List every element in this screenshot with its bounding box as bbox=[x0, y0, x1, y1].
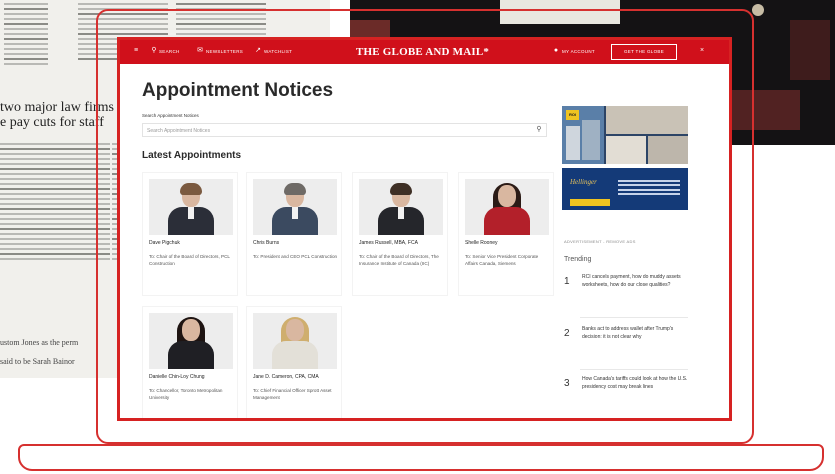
appointee-role: To: Chancellor, Toronto Metropolitan Uni… bbox=[149, 388, 223, 400]
portrait-photo bbox=[465, 179, 549, 235]
trending-item[interactable]: 1 RCI cancels payment, how do muddy asse… bbox=[564, 274, 690, 324]
advertisement-banner[interactable]: ROI bbox=[562, 106, 688, 164]
header-newsletters-link[interactable]: NEWSLETTERS bbox=[206, 48, 243, 55]
header-search-link[interactable]: SEARCH bbox=[159, 48, 180, 55]
trending-headline[interactable]: RCI cancels payment, how do muddy assets… bbox=[582, 274, 688, 289]
appointee-name: Jane D. Cameron, CPA, CMA bbox=[253, 374, 319, 380]
appointee-role: To: Chief Financial Officer Sprott Asset… bbox=[253, 388, 332, 400]
appointee-role: To: Chair of the Board of Directors, The… bbox=[359, 254, 439, 266]
site-header: ≡ ⚲ SEARCH ✉ NEWSLETTERS ↗ WATCHLIST THE… bbox=[120, 40, 729, 64]
search-icon[interactable]: ⚲ bbox=[535, 126, 543, 134]
appointee-name: James Russell, MBA, FCA bbox=[359, 240, 418, 246]
subscribe-button[interactable]: GET THE GLOBE bbox=[611, 44, 677, 60]
portrait-photo bbox=[253, 313, 337, 369]
appointment-search-input[interactable] bbox=[147, 126, 527, 135]
newsletter-icon[interactable]: ✉ bbox=[197, 47, 203, 54]
page-title: Appointment Notices bbox=[142, 80, 334, 101]
menu-icon[interactable]: ≡ bbox=[133, 47, 139, 54]
trending-rank: 3 bbox=[564, 378, 570, 389]
trending-headline[interactable]: Banks act to address wallet after Trump'… bbox=[582, 326, 688, 341]
trending-item[interactable]: 2 Banks act to address wallet after Trum… bbox=[564, 326, 690, 376]
appointee-role: To: Senior Vice President Corporate Affa… bbox=[465, 254, 539, 266]
trending-item[interactable]: 3 How Canada's tariffs could look at how… bbox=[564, 376, 690, 418]
appointee-name: Chris Burns bbox=[253, 240, 280, 246]
laptop-base-outline bbox=[18, 444, 824, 471]
laptop-screen: ≡ ⚲ SEARCH ✉ NEWSLETTERS ↗ WATCHLIST THE… bbox=[117, 37, 732, 421]
search-box[interactable]: ⚲ bbox=[142, 123, 547, 137]
appointment-card[interactable]: Danielle Chin-Loy Chung To: Chancellor, … bbox=[142, 306, 238, 418]
site-logo[interactable]: THE GLOBE AND MAIL* bbox=[356, 46, 489, 58]
section-title: Latest Appointments bbox=[142, 150, 242, 161]
header-account-link[interactable]: MY ACCOUNT bbox=[562, 48, 595, 55]
appointment-card[interactable]: Dave Pigchuk To: Chair of the Board of D… bbox=[142, 172, 238, 296]
portrait-photo bbox=[253, 179, 337, 235]
ad-brand: Hellinger bbox=[570, 178, 597, 186]
ad-cta-button[interactable] bbox=[570, 199, 610, 206]
trending-rank: 1 bbox=[564, 276, 570, 287]
watchlist-icon[interactable]: ↗ bbox=[255, 47, 261, 54]
appointment-card[interactable]: Jane D. Cameron, CPA, CMA To: Chief Fina… bbox=[246, 306, 342, 418]
appointment-card[interactable]: Chris Burns To: President and CEO PCL Co… bbox=[246, 172, 342, 296]
newspaper-column bbox=[0, 140, 110, 330]
trending-title: Trending bbox=[564, 256, 592, 263]
trending-rank: 2 bbox=[564, 328, 570, 339]
appointment-card[interactable]: Shelle Rooney To: Senior Vice President … bbox=[458, 172, 554, 296]
appointee-role: To: Chair of the Board of Directors, PCL… bbox=[149, 254, 230, 266]
trending-headline[interactable]: How Canada's tariffs could look at how t… bbox=[582, 376, 688, 391]
account-icon[interactable]: ● bbox=[553, 47, 559, 54]
ad-badge: ROI bbox=[566, 110, 579, 120]
header-watchlist-link[interactable]: WATCHLIST bbox=[264, 48, 292, 55]
portrait-photo bbox=[149, 313, 233, 369]
appointee-name: Shelle Rooney bbox=[465, 240, 498, 246]
appointee-name: Danielle Chin-Loy Chung bbox=[149, 374, 205, 380]
search-icon[interactable]: ⚲ bbox=[151, 47, 157, 54]
portrait-photo bbox=[149, 179, 233, 235]
appointee-role: To: President and CEO PCL Construction bbox=[253, 254, 338, 259]
advertisement-label[interactable]: ADVERTISEMENT - REMOVE ADS bbox=[564, 239, 636, 244]
ad-copy bbox=[618, 177, 680, 198]
search-label: Search Appointment Notices bbox=[142, 113, 199, 118]
portrait-photo bbox=[359, 179, 443, 235]
appointment-card[interactable]: James Russell, MBA, FCA To: Chair of the… bbox=[352, 172, 448, 296]
appointee-name: Dave Pigchuk bbox=[149, 240, 180, 246]
advertisement-banner[interactable]: Hellinger bbox=[562, 168, 688, 210]
close-icon[interactable]: × bbox=[699, 47, 705, 54]
